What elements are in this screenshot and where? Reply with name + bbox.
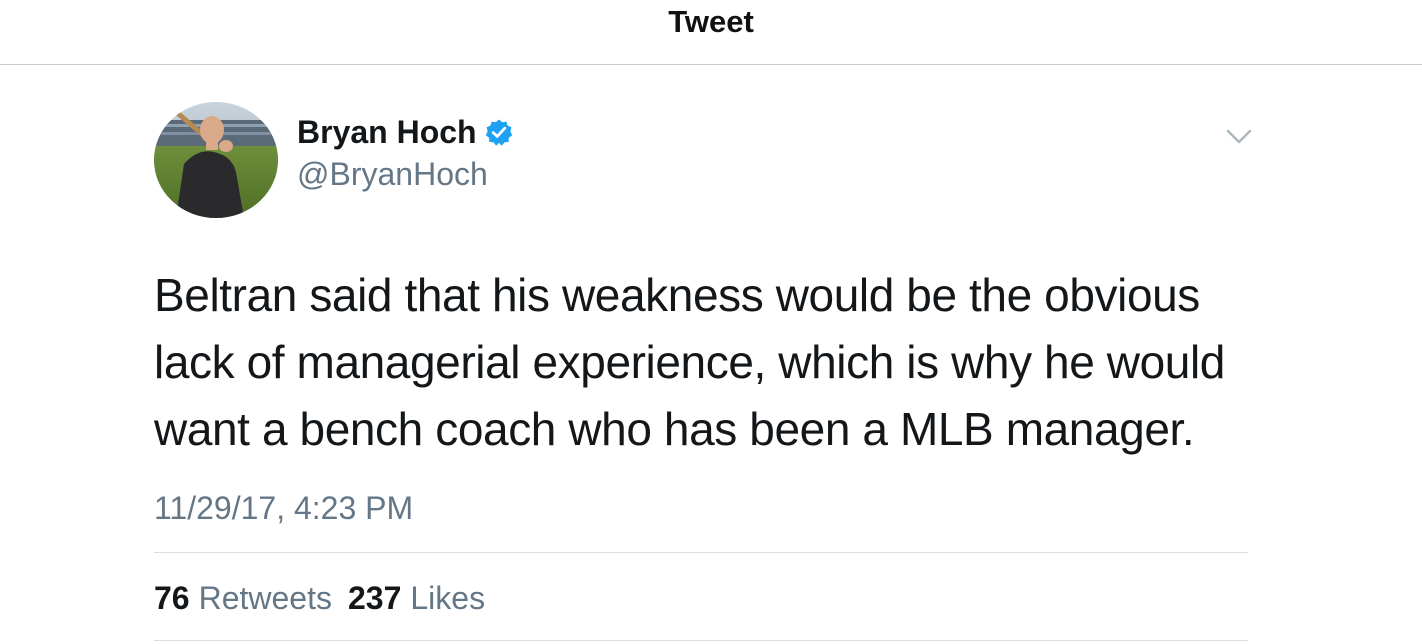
divider	[154, 552, 1248, 553]
author-name[interactable]: Bryan Hoch	[297, 112, 477, 152]
tweet-stats: 76 Retweets 237 Likes	[154, 578, 485, 618]
likes-stat[interactable]: 237 Likes	[348, 578, 485, 618]
likes-count: 237	[347, 580, 402, 616]
tweet-text: Beltran said that his weakness would be …	[154, 269, 1225, 455]
divider	[154, 640, 1248, 641]
page-title: Tweet	[668, 4, 754, 39]
avatar[interactable]	[154, 102, 278, 218]
retweets-label: Retweets	[198, 580, 332, 616]
author-handle[interactable]: @BryanHoch	[297, 154, 488, 194]
retweets-stat[interactable]: 76 Retweets	[154, 578, 332, 618]
likes-label: Likes	[410, 580, 486, 616]
retweets-count: 76	[154, 580, 190, 616]
verified-badge-icon	[485, 118, 513, 146]
nav-bar: Tweet	[0, 0, 1422, 65]
tweet-timestamp: 11/29/17, 4:23 PM	[154, 490, 414, 526]
chevron-down-icon[interactable]	[1225, 124, 1253, 148]
author-name-row[interactable]: Bryan Hoch	[297, 112, 513, 152]
